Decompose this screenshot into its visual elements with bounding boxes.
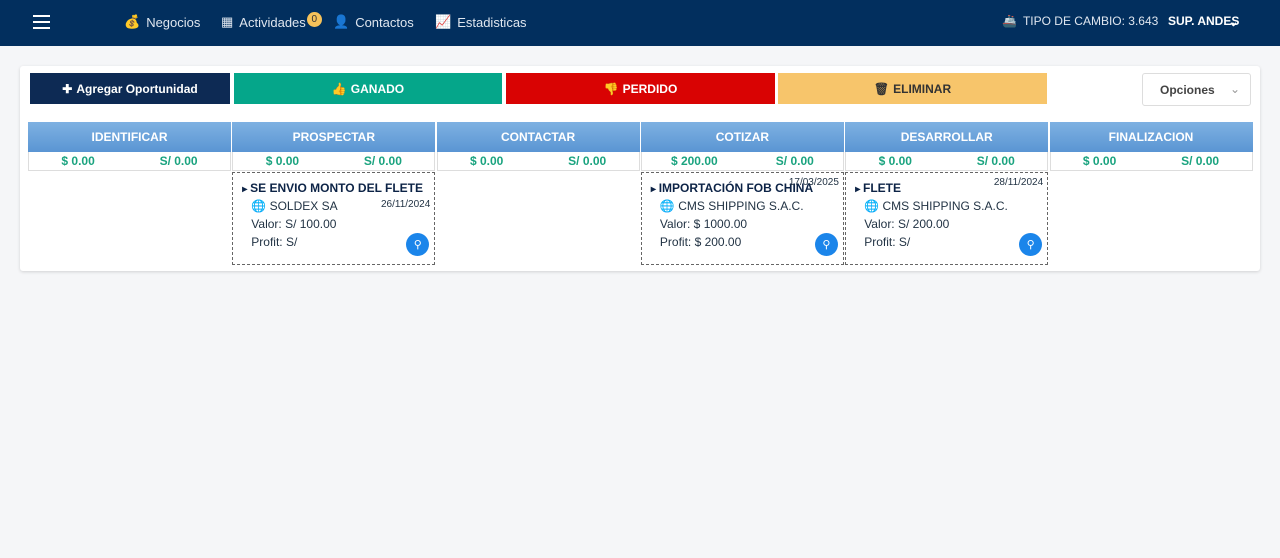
opportunity-card[interactable]: IMPORTACIÓN FOB CHINA 17/03/2025 🌐 CMS S…: [640, 172, 844, 265]
stage-column: IDENTIFICAR $ 0.00 S/ 0.00: [28, 122, 231, 171]
stage-header: DESARROLLAR: [845, 122, 1049, 152]
search-icon[interactable]: ⚲: [814, 233, 838, 256]
card-valor: Valor: S/ 200.00: [864, 217, 950, 231]
chevron-down-icon: ⌄: [1229, 82, 1240, 96]
globe-icon: 🌐: [251, 199, 267, 213]
chevron-down-icon[interactable]: ⌄: [1228, 14, 1239, 30]
globe-icon: 🌐: [659, 199, 675, 213]
stage-header: CONTACTAR: [436, 122, 640, 152]
card-valor: Valor: $ 1000.00: [659, 217, 748, 231]
card-title: SE ENVIO MONTO DEL FLETE: [242, 181, 434, 195]
total-usd: $ 0.00: [878, 154, 912, 168]
nav-label: Negocios: [146, 14, 201, 30]
nav-label: Contactos: [355, 14, 414, 30]
total-usd: $ 200.00: [670, 154, 718, 168]
stage-column: DESARROLLAR $ 0.00 S/ 0.00 FLETE 28/11/20…: [845, 122, 1049, 265]
stage-column: FINALIZACION $ 0.00 S/ 0.00: [1049, 122, 1253, 171]
exchange-rate-text: TIPO DE CAMBIO: 3.643: [1022, 14, 1159, 28]
stage-header: IDENTIFICAR: [28, 122, 231, 152]
nav-actividades[interactable]: ▦ Actividades 0: [221, 11, 322, 30]
opportunity-card[interactable]: FLETE 28/11/2024 🌐 CMS SHIPPING S.A.C. V…: [845, 172, 1049, 265]
stage-totals: $ 0.00 S/ 0.00: [436, 152, 640, 171]
total-usd: $ 0.00: [469, 154, 504, 168]
globe-icon: 🌐: [864, 199, 880, 213]
button-label: Agregar Oportunidad: [76, 81, 198, 96]
card-company: 🌐 CMS SHIPPING S.A.C.: [864, 199, 1047, 213]
thumbs-down-icon: 👎: [603, 81, 619, 96]
stage-totals: $ 0.00 S/ 0.00: [232, 152, 436, 171]
stage-totals: $ 0.00 S/ 0.00: [1049, 152, 1253, 171]
total-pen: S/ 0.00: [775, 154, 814, 168]
card-valor: Valor: S/ 100.00: [251, 217, 337, 231]
nav-estadisticas[interactable]: 📈 Estadisticas: [435, 14, 527, 30]
options-label: Opciones: [1160, 82, 1215, 97]
stage-column: COTIZAR $ 200.00 S/ 0.00 IMPORTACIÓN FOB …: [640, 122, 844, 265]
stage-totals: $ 0.00 S/ 0.00: [845, 152, 1049, 171]
total-pen: S/ 0.00: [568, 154, 607, 168]
button-label: PERDIDO: [622, 81, 678, 96]
menu-icon[interactable]: [33, 15, 50, 29]
search-icon[interactable]: ⚲: [406, 233, 430, 256]
nav-contactos[interactable]: 👤 Contactos: [333, 14, 414, 30]
options-dropdown[interactable]: Opciones ⌄: [1142, 73, 1251, 106]
stage-header: FINALIZACION: [1049, 122, 1253, 152]
company-name: CMS SHIPPING S.A.C.: [882, 199, 1008, 213]
calendar-icon: ▦: [221, 14, 234, 29]
thumbs-up-icon: 👍: [331, 81, 347, 96]
exchange-rate: 🚢 TIPO DE CAMBIO: 3.643: [1002, 14, 1158, 28]
button-label: GANADO: [350, 81, 405, 96]
company-name: CMS SHIPPING S.A.C.: [678, 199, 804, 213]
lost-button[interactable]: 👎 PERDIDO: [506, 73, 775, 104]
card-company: 🌐 CMS SHIPPING S.A.C.: [660, 199, 843, 213]
pipeline-panel: ✚ Agregar Oportunidad 👍 GANADO 👎 PERDIDO 🗑 E…: [20, 66, 1260, 271]
nav-negocios[interactable]: 💰 Negocios: [124, 14, 200, 30]
trash-icon: 🗑: [873, 81, 890, 96]
chart-icon: 📈: [435, 14, 452, 29]
won-button[interactable]: 👍 GANADO: [234, 73, 502, 104]
user-icon: 👤: [333, 14, 350, 29]
delete-button[interactable]: 🗑 ELIMINAR: [778, 73, 1047, 104]
card-date: 28/11/2024: [993, 177, 1044, 188]
total-pen: S/ 0.00: [1181, 154, 1220, 168]
total-usd: $ 0.00: [61, 154, 95, 168]
total-pen: S/ 0.00: [976, 154, 1015, 168]
company-name: SOLDEX SA: [269, 199, 338, 213]
button-label: ELIMINAR: [893, 81, 952, 96]
stage-column: CONTACTAR $ 0.00 S/ 0.00: [436, 122, 640, 171]
total-usd: $ 0.00: [1082, 154, 1117, 168]
total-pen: S/ 0.00: [363, 154, 402, 168]
stage-totals: $ 0.00 S/ 0.00: [28, 152, 231, 171]
activities-badge: 0: [306, 11, 322, 27]
total-usd: $ 0.00: [265, 154, 300, 168]
search-icon[interactable]: ⚲: [1019, 233, 1043, 256]
card-date: 26/11/2024: [380, 199, 431, 210]
plus-icon: ✚: [62, 81, 73, 96]
opportunity-card[interactable]: SE ENVIO MONTO DEL FLETE 26/11/2024 🌐 SO…: [232, 172, 436, 265]
stage-header: PROSPECTAR: [232, 122, 436, 152]
stage-column: PROSPECTAR $ 0.00 S/ 0.00 SE ENVIO MONTO …: [232, 122, 436, 265]
ship-icon: 🚢: [1002, 14, 1017, 28]
nav-label: Estadisticas: [457, 14, 527, 30]
stage-header: COTIZAR: [640, 122, 844, 152]
add-opportunity-button[interactable]: ✚ Agregar Oportunidad: [30, 73, 230, 104]
card-date: 17/03/2025: [788, 177, 839, 188]
stage-totals: $ 200.00 S/ 0.00: [640, 152, 844, 171]
top-navbar: 💰 Negocios ▦ Actividades 0 👤 Contactos 📈 Esta…: [0, 0, 1280, 46]
money-bag-icon: 💰: [124, 14, 141, 29]
nav-label: Actividades: [239, 14, 306, 30]
total-pen: S/ 0.00: [159, 154, 198, 168]
